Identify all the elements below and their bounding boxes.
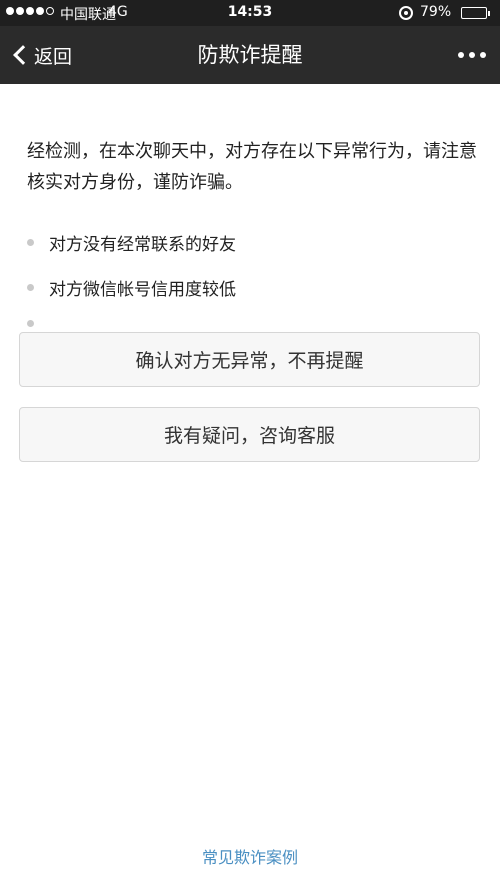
fraud-notice-text: 经检测，在本次聊天中，对方存在以下异常行为，请注意核实对方身份，谨防诈骗。 <box>27 141 477 193</box>
back-label: 返回 <box>34 45 73 68</box>
status-bar: 中国联通 4G 14:53 79% <box>0 0 500 26</box>
navigation-bar: 返回 防欺诈提醒 <box>0 26 500 84</box>
bullet-icon <box>27 320 34 327</box>
abnormal-behavior-list: 对方没有经常联系的好友 对方微信帐号信用度较低 <box>27 220 477 310</box>
page-title: 防欺诈提醒 <box>197 43 303 67</box>
confirm-no-anomaly-button[interactable]: 确认对方无异常，不再提醒 <box>19 332 480 387</box>
fraud-cases-link[interactable]: 常见欺诈案例 <box>0 844 500 868</box>
reason-text: 对方没有经常联系的好友 <box>49 235 236 255</box>
list-item: 对方没有经常联系的好友 <box>27 220 477 265</box>
battery-icon <box>461 7 490 19</box>
more-options-icon[interactable] <box>458 26 486 84</box>
back-button[interactable]: 返回 <box>10 26 72 84</box>
bullet-icon <box>27 284 34 291</box>
reason-text: 对方微信帐号信用度较低 <box>49 280 236 300</box>
list-item: 对方微信帐号信用度较低 <box>27 265 477 310</box>
battery-percentage: 79% <box>420 4 452 20</box>
bullet-icon <box>27 239 34 246</box>
chevron-left-icon <box>13 45 33 65</box>
contact-support-button[interactable]: 我有疑问，咨询客服 <box>19 407 480 462</box>
orientation-lock-icon <box>399 6 413 20</box>
